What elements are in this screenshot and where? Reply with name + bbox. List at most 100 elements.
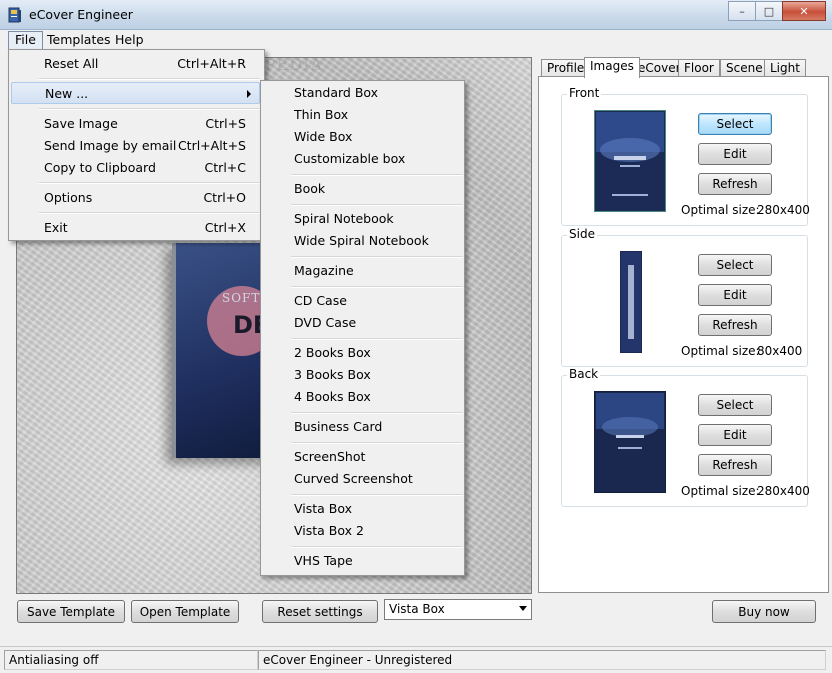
front-refresh-button[interactable]: Refresh bbox=[698, 173, 772, 195]
menu-item-label: Save Image bbox=[44, 116, 118, 131]
menu-item-label: Options bbox=[44, 190, 93, 205]
menu-item-options[interactable]: Options Ctrl+O bbox=[11, 187, 260, 209]
menu-separator bbox=[39, 212, 259, 214]
model-select[interactable]: Vista Box bbox=[384, 599, 532, 620]
reset-settings-button[interactable]: Reset settings bbox=[262, 600, 378, 623]
menu-item-label: Reset All bbox=[44, 56, 99, 71]
side-group: Side Select Edit Refresh Optimal size: 8… bbox=[561, 227, 808, 367]
menu-item-label: Copy to Clipboard bbox=[44, 160, 156, 175]
chevron-down-icon[interactable] bbox=[519, 606, 527, 611]
submenu-item-4-books-box[interactable]: 4 Books Box bbox=[294, 387, 371, 407]
open-template-button[interactable]: Open Template bbox=[131, 600, 239, 623]
close-icon: ✕ bbox=[799, 4, 809, 18]
submenu-item-curved-screenshot[interactable]: Curved Screenshot bbox=[294, 469, 413, 489]
back-image-thumbnail bbox=[594, 391, 666, 493]
front-edit-button[interactable]: Edit bbox=[698, 143, 772, 165]
submenu-item-vhs-tape[interactable]: VHS Tape bbox=[294, 551, 353, 571]
caption-buttons: – □ ✕ bbox=[728, 1, 826, 21]
side-image-thumbnail bbox=[620, 251, 642, 353]
menu-separator bbox=[291, 256, 463, 258]
model-select-value: Vista Box bbox=[389, 602, 445, 616]
submenu-item-2-books-box[interactable]: 2 Books Box bbox=[294, 343, 371, 363]
menu-separator bbox=[291, 494, 463, 496]
back-optimal-size: 280x400 bbox=[757, 484, 810, 498]
maximize-icon: □ bbox=[763, 4, 775, 18]
submenu-item-wide-spiral-notebook[interactable]: Wide Spiral Notebook bbox=[294, 231, 429, 251]
menu-separator bbox=[291, 286, 463, 288]
app-icon bbox=[8, 7, 21, 23]
tab-images[interactable]: Images bbox=[584, 57, 640, 78]
images-tab-panel: Front Select Edit Refresh Optimal size: … bbox=[538, 76, 829, 593]
front-optimal-label: Optimal size: bbox=[681, 203, 760, 217]
menu-item-shortcut: Ctrl+O bbox=[203, 190, 246, 205]
back-refresh-button[interactable]: Refresh bbox=[698, 454, 772, 476]
menu-separator bbox=[291, 412, 463, 414]
menu-item-copy-clipboard[interactable]: Copy to Clipboard Ctrl+C bbox=[11, 157, 260, 179]
submenu-item-screenshot[interactable]: ScreenShot bbox=[294, 447, 365, 467]
front-optimal-size: 280x400 bbox=[757, 203, 810, 217]
submenu-item-wide-box[interactable]: Wide Box bbox=[294, 127, 352, 147]
menu-item-exit[interactable]: Exit Ctrl+X bbox=[11, 217, 260, 239]
back-select-button[interactable]: Select bbox=[698, 394, 772, 416]
file-menu: Reset All Ctrl+Alt+R New ... Save Image … bbox=[8, 49, 265, 241]
submenu-item-business-card[interactable]: Business Card bbox=[294, 417, 382, 437]
app-window: eCover Engineer – □ ✕ File Templates Hel… bbox=[0, 0, 832, 673]
tab-floor[interactable]: Floor bbox=[678, 59, 720, 77]
close-button[interactable]: ✕ bbox=[782, 1, 826, 21]
front-image-thumbnail bbox=[594, 110, 666, 212]
status-antialiasing: Antialiasing off bbox=[4, 650, 258, 670]
maximize-button[interactable]: □ bbox=[755, 1, 783, 21]
menu-item-label: New ... bbox=[45, 86, 89, 101]
back-edit-button[interactable]: Edit bbox=[698, 424, 772, 446]
menu-bar: File Templates Help bbox=[0, 30, 832, 51]
window-title: eCover Engineer bbox=[29, 7, 133, 22]
menu-item-save-image[interactable]: Save Image Ctrl+S bbox=[11, 113, 260, 135]
menu-item-send-email[interactable]: Send Image by email Ctrl+Alt+S bbox=[11, 135, 260, 157]
submenu-item-standard-box[interactable]: Standard Box bbox=[294, 83, 378, 103]
menu-separator bbox=[39, 78, 259, 80]
back-group: Back Select Edit Refresh Optimal size: 2… bbox=[561, 367, 810, 507]
menu-item-label: Send Image by email bbox=[44, 138, 177, 153]
front-select-button[interactable]: Select bbox=[698, 113, 772, 135]
side-select-button[interactable]: Select bbox=[698, 254, 772, 276]
title-bar: eCover Engineer – □ ✕ bbox=[0, 0, 832, 30]
menu-item-shortcut: Ctrl+Alt+R bbox=[177, 56, 246, 71]
side-optimal-size: 80x400 bbox=[757, 344, 803, 358]
menu-separator bbox=[291, 546, 463, 548]
front-group-label: Front bbox=[567, 86, 602, 100]
menu-help[interactable]: Help bbox=[109, 31, 150, 49]
submenu-item-vista-box-2[interactable]: Vista Box 2 bbox=[294, 521, 364, 541]
menu-item-shortcut: Ctrl+C bbox=[204, 160, 246, 175]
menu-item-shortcut: Ctrl+S bbox=[205, 116, 246, 131]
menu-separator bbox=[291, 442, 463, 444]
back-group-label: Back bbox=[567, 367, 601, 381]
tab-light[interactable]: Light bbox=[764, 59, 806, 77]
buy-now-button[interactable]: Buy now bbox=[712, 600, 816, 623]
side-refresh-button[interactable]: Refresh bbox=[698, 314, 772, 336]
side-edit-button[interactable]: Edit bbox=[698, 284, 772, 306]
menu-item-new[interactable]: New ... bbox=[11, 82, 260, 104]
menu-item-shortcut: Ctrl+X bbox=[204, 220, 246, 235]
submenu-item-customizable-box[interactable]: Customizable box bbox=[294, 149, 405, 169]
submenu-item-vista-box[interactable]: Vista Box bbox=[294, 499, 352, 519]
submenu-item-book[interactable]: Book bbox=[294, 179, 325, 199]
menu-separator bbox=[39, 108, 259, 110]
submenu-item-magazine[interactable]: Magazine bbox=[294, 261, 354, 281]
tab-scene[interactable]: Scene bbox=[720, 59, 769, 77]
status-bar: Antialiasing off eCover Engineer - Unreg… bbox=[0, 646, 832, 673]
submenu-item-dvd-case[interactable]: DVD Case bbox=[294, 313, 356, 333]
save-template-button[interactable]: Save Template bbox=[17, 600, 125, 623]
submenu-item-thin-box[interactable]: Thin Box bbox=[294, 105, 348, 125]
minimize-icon: – bbox=[739, 4, 745, 18]
submenu-item-cd-case[interactable]: CD Case bbox=[294, 291, 347, 311]
status-registration: eCover Engineer - Unregistered bbox=[258, 650, 826, 670]
menu-file[interactable]: File bbox=[8, 31, 43, 51]
side-optimal-label: Optimal size: bbox=[681, 344, 760, 358]
menu-separator bbox=[39, 182, 259, 184]
submenu-item-spiral-notebook[interactable]: Spiral Notebook bbox=[294, 209, 394, 229]
menu-templates[interactable]: Templates bbox=[41, 31, 117, 49]
menu-item-reset-all[interactable]: Reset All Ctrl+Alt+R bbox=[11, 53, 260, 75]
submenu-arrow-icon bbox=[247, 90, 251, 98]
submenu-item-3-books-box[interactable]: 3 Books Box bbox=[294, 365, 371, 385]
minimize-button[interactable]: – bbox=[728, 1, 756, 21]
